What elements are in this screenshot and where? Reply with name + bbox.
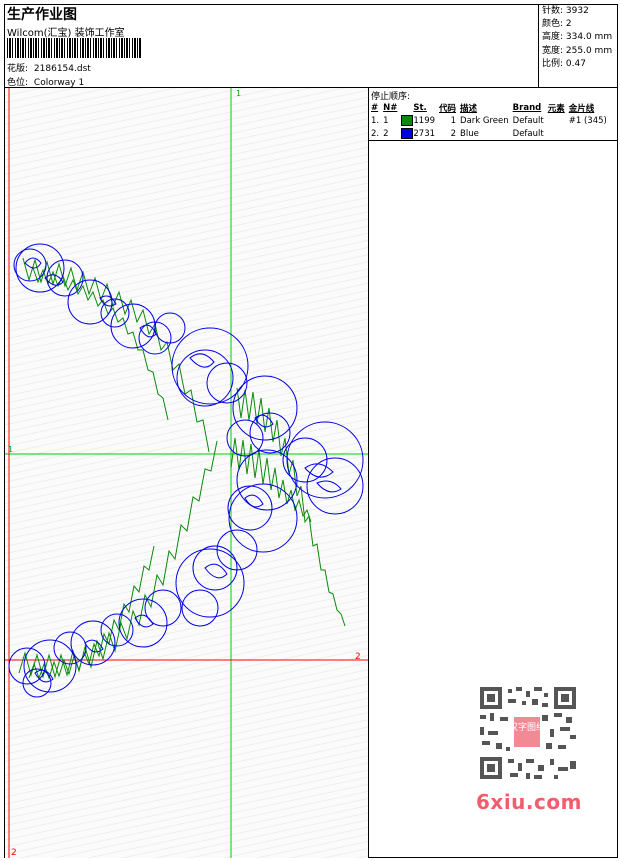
- design-file-label: 花版:: [7, 64, 29, 74]
- col-n: N#: [383, 102, 398, 113]
- col-stitches: St.: [413, 102, 427, 113]
- header-info: 生产作业图 Wilcom(汇宝) 装饰工作室 花版: 2186154.dst 色…: [5, 5, 538, 88]
- stamp-text: 汉字图纸: [509, 721, 545, 733]
- table-divider: [369, 140, 618, 141]
- col-num: #: [371, 102, 379, 113]
- blue-outline-circles: [8, 243, 364, 698]
- guide-mark-left: 1: [8, 445, 13, 454]
- table-row: 1. 1 1199 1 Dark Green Default #1 (345): [371, 115, 607, 126]
- guide-mark-right: 2: [355, 652, 361, 662]
- col-brand: Brand: [512, 102, 542, 113]
- guide-mark-bottom: 2: [11, 848, 17, 858]
- design-preview: 1 1 2 2: [5, 88, 368, 858]
- panel-divider: [368, 88, 369, 858]
- col-element: 元素: [547, 103, 565, 114]
- guide-mark-top: 1: [236, 89, 241, 98]
- green-fill-upper-2: [32, 267, 169, 421]
- qr-code-watermark: 汉字图纸: [470, 683, 584, 783]
- green-fill-lower: [18, 440, 218, 679]
- color-swatch-blue: [401, 128, 414, 139]
- site-logo: 6xiu.com: [476, 790, 582, 814]
- stat-height: 高度: 334.0 mm: [542, 32, 613, 43]
- blue-inner-shapes: [24, 257, 342, 683]
- design-file-row: 花版: 2186154.dst: [7, 61, 91, 74]
- embroidery-stitches: [8, 243, 364, 698]
- stats-panel: 针数: 3932 颜色: 2 高度: 334.0 mm 宽度: 255.0 mm…: [538, 5, 619, 87]
- color-sequence-table: # N# St. 代码 描述 Brand 元素 金片线 1. 1 1199 1 …: [369, 101, 609, 140]
- col-code: 代码: [439, 103, 457, 114]
- table-row: 2. 2 2731 2 Blue Default: [371, 128, 544, 139]
- table-header: # N# St. 代码 描述 Brand 元素 金片线: [369, 101, 609, 114]
- stat-stitches: 针数: 3932: [542, 6, 589, 16]
- stat-scale: 比例: 0.47: [542, 58, 586, 69]
- col-description: 描述: [460, 103, 478, 114]
- barcode: [7, 38, 141, 58]
- qr-code-icon: 汉字图纸: [470, 683, 584, 783]
- stop-sequence-panel: 停止顺序: # N# St. 代码 描述 Brand 元素 金片线 1. 1 1…: [369, 88, 618, 140]
- page-title: 生产作业图: [7, 7, 77, 23]
- company-name: Wilcom(汇宝) 装饰工作室: [7, 28, 125, 39]
- stat-colors: 颜色: 2: [542, 19, 572, 30]
- design-file-value: 2186154.dst: [33, 64, 91, 74]
- stat-width: 宽度: 255.0 mm: [542, 45, 613, 56]
- embroidery-canvas: 1 1 2 2: [5, 88, 368, 858]
- color-swatch-green: [401, 115, 414, 126]
- green-fill-upper: [22, 257, 210, 453]
- col-sequin: 金片线: [568, 103, 595, 114]
